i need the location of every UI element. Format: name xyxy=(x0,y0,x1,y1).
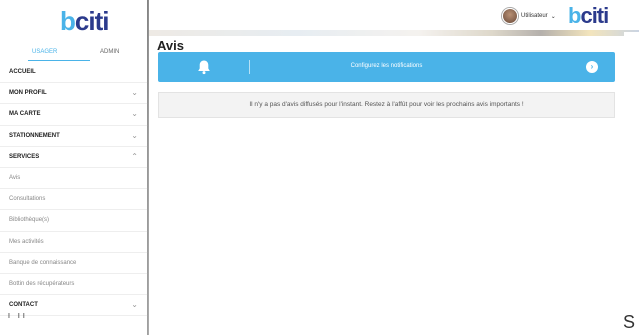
sidebar-item-services[interactable]: SERVICES ⌃ xyxy=(0,147,148,168)
sidebar-item-accueil[interactable]: ACCUEIL xyxy=(0,62,148,84)
tab-usager[interactable]: USAGER xyxy=(32,49,57,55)
sidebar-item-bibliotheques[interactable]: Bibliothèque(s) xyxy=(0,210,148,232)
bciti-logo[interactable]: bciti xyxy=(60,6,109,37)
sidebar-shadow xyxy=(147,0,149,335)
chevron-down-icon[interactable]: ⌄ xyxy=(131,88,138,97)
active-tab-indicator xyxy=(28,60,90,61)
sidebar-item-ma-carte[interactable]: MA CARTE ⌄ xyxy=(0,104,148,126)
sidebar-item-mon-profil[interactable]: MON PROFIL ⌄ xyxy=(0,83,148,105)
page-title: Avis xyxy=(157,38,184,53)
sidebar-menu: ACCUEIL MON PROFIL ⌄ MA CARTE ⌄ STATIONN… xyxy=(0,62,148,317)
sidebar: bciti USAGER ADMIN ACCUEIL MON PROFIL ⌄ … xyxy=(0,0,148,335)
avatar[interactable] xyxy=(502,8,518,24)
chevron-down-icon[interactable]: ⌄ xyxy=(131,300,138,309)
arrow-right-icon[interactable]: › xyxy=(586,61,598,73)
chevron-down-icon[interactable]: ⌄ xyxy=(131,109,138,118)
user-menu[interactable]: Utilisateur ⌄ xyxy=(502,8,556,24)
header-banner xyxy=(149,30,639,36)
tab-admin[interactable]: ADMIN xyxy=(100,49,119,55)
right-gutter xyxy=(624,32,639,335)
sidebar-item-bottin-des-recuperateurs[interactable]: Bottin des récupérateurs xyxy=(0,274,148,296)
sidebar-item-banque-de-connaissance[interactable]: Banque de connaissance xyxy=(0,253,148,274)
chevron-up-icon[interactable]: ⌃ xyxy=(131,152,138,161)
empty-notices-message: Il n'y a pas d'avis diffusés pour l'inst… xyxy=(158,92,615,118)
sidebar-item-stationnement[interactable]: STATIONNEMENT ⌄ xyxy=(0,126,148,147)
sidebar-item-avis[interactable]: Avis xyxy=(0,168,148,190)
app-page: bciti USAGER ADMIN ACCUEIL MON PROFIL ⌄ … xyxy=(0,0,639,335)
notification-settings-label[interactable]: Configurez les notifications xyxy=(158,63,615,69)
edge-letter: S xyxy=(623,312,636,332)
footer-marks: I II xyxy=(8,313,28,320)
chevron-down-icon[interactable]: ⌄ xyxy=(551,13,556,20)
chevron-down-icon[interactable]: ⌄ xyxy=(131,131,138,140)
sidebar-item-consultations[interactable]: Consultations xyxy=(0,189,148,211)
sidebar-item-mes-activites[interactable]: Mes activités xyxy=(0,232,148,253)
top-header xyxy=(149,0,639,30)
user-name[interactable]: Utilisateur xyxy=(521,13,548,19)
notification-settings-banner[interactable]: Configurez les notifications › xyxy=(158,52,615,82)
bciti-header-logo[interactable]: bciti xyxy=(568,3,609,29)
